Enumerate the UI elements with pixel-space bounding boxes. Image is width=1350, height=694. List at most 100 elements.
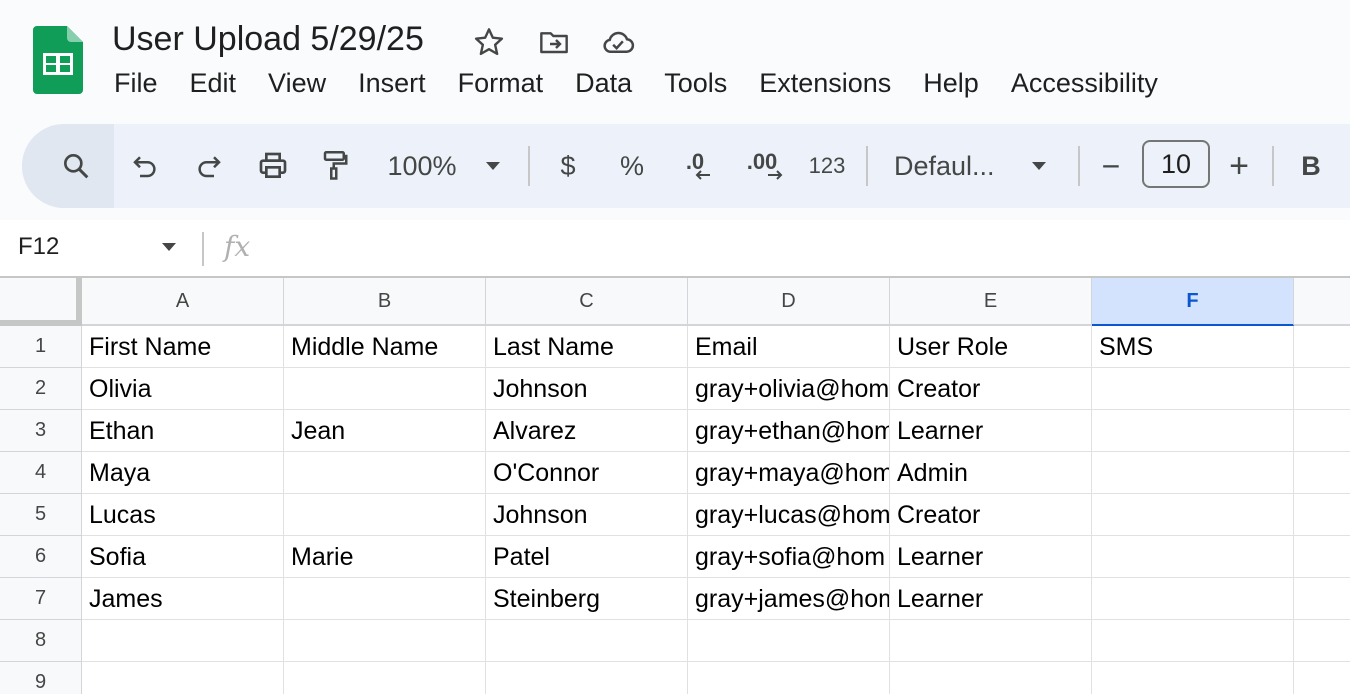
menu-file[interactable]: File	[98, 66, 174, 106]
increase-font-size-button[interactable]: +	[1222, 142, 1256, 190]
menu-tools[interactable]: Tools	[648, 66, 743, 106]
cell-c1[interactable]: Last Name	[486, 326, 688, 368]
cell-a2[interactable]: Olivia	[82, 368, 284, 410]
row-header-2[interactable]: 2	[0, 368, 82, 410]
cell-d7[interactable]: gray+james@hom	[688, 578, 890, 620]
cell-e7[interactable]: Learner	[890, 578, 1092, 620]
cell-b1[interactable]: Middle Name	[284, 326, 486, 368]
cloud-saved-icon[interactable]	[600, 24, 636, 60]
cell-f9[interactable]	[1092, 662, 1294, 694]
cell-f4[interactable]	[1092, 452, 1294, 494]
paint-format-icon[interactable]	[312, 142, 358, 190]
cell-d5[interactable]: gray+lucas@hom	[688, 494, 890, 536]
cell-a1[interactable]: First Name	[82, 326, 284, 368]
column-header-c[interactable]: C	[486, 278, 688, 326]
cell-b7[interactable]	[284, 578, 486, 620]
cell-a4[interactable]: Maya	[82, 452, 284, 494]
menu-data[interactable]: Data	[559, 66, 648, 106]
menu-extensions[interactable]: Extensions	[743, 66, 907, 106]
row-header-3[interactable]: 3	[0, 410, 82, 452]
cell-next5[interactable]	[1294, 494, 1350, 536]
cell-next4[interactable]	[1294, 452, 1350, 494]
cell-d8[interactable]	[688, 620, 890, 662]
move-to-folder-icon[interactable]	[536, 24, 572, 60]
menu-view[interactable]: View	[252, 66, 342, 106]
cell-a6[interactable]: Sofia	[82, 536, 284, 578]
document-title[interactable]: User Upload 5/29/25	[112, 20, 424, 59]
menu-edit[interactable]: Edit	[174, 66, 253, 106]
cell-d9[interactable]	[688, 662, 890, 694]
cell-e2[interactable]: Creator	[890, 368, 1092, 410]
cell-a3[interactable]: Ethan	[82, 410, 284, 452]
cell-e8[interactable]	[890, 620, 1092, 662]
font-size-input[interactable]: 10	[1142, 140, 1210, 188]
cell-next9[interactable]	[1294, 662, 1350, 694]
row-header-4[interactable]: 4	[0, 452, 82, 494]
cell-a8[interactable]	[82, 620, 284, 662]
cell-f6[interactable]	[1092, 536, 1294, 578]
cell-b2[interactable]	[284, 368, 486, 410]
font-dropdown-icon[interactable]	[1026, 142, 1052, 190]
cell-c6[interactable]: Patel	[486, 536, 688, 578]
undo-icon[interactable]	[122, 142, 168, 190]
cell-e3[interactable]: Learner	[890, 410, 1092, 452]
column-header-a[interactable]: A	[82, 278, 284, 326]
cell-f1[interactable]: SMS	[1092, 326, 1294, 368]
column-header-next[interactable]	[1294, 278, 1350, 326]
name-box[interactable]: F12	[18, 233, 59, 261]
percent-format-button[interactable]: %	[612, 142, 652, 190]
row-header-1[interactable]: 1	[0, 326, 82, 368]
cell-f5[interactable]	[1092, 494, 1294, 536]
name-box-dropdown-icon[interactable]	[160, 240, 178, 258]
column-header-e[interactable]: E	[890, 278, 1092, 326]
row-header-6[interactable]: 6	[0, 536, 82, 578]
search-icon[interactable]	[54, 142, 98, 190]
cell-next8[interactable]	[1294, 620, 1350, 662]
cell-next7[interactable]	[1294, 578, 1350, 620]
cell-a5[interactable]: Lucas	[82, 494, 284, 536]
cell-f3[interactable]	[1092, 410, 1294, 452]
cell-d4[interactable]: gray+maya@hom	[688, 452, 890, 494]
menu-accessibility[interactable]: Accessibility	[995, 66, 1174, 106]
cell-b9[interactable]	[284, 662, 486, 694]
font-select[interactable]: Defaul...	[894, 142, 1008, 190]
cell-f2[interactable]	[1092, 368, 1294, 410]
redo-icon[interactable]	[186, 142, 232, 190]
cell-a9[interactable]	[82, 662, 284, 694]
column-header-b[interactable]: B	[284, 278, 486, 326]
cell-e5[interactable]: Creator	[890, 494, 1092, 536]
menu-insert[interactable]: Insert	[342, 66, 442, 106]
decrease-font-size-button[interactable]: −	[1094, 142, 1128, 190]
increase-decimal-button[interactable]: .00	[736, 142, 788, 190]
column-header-d[interactable]: D	[688, 278, 890, 326]
cell-d1[interactable]: Email	[688, 326, 890, 368]
cell-b4[interactable]	[284, 452, 486, 494]
cell-f8[interactable]	[1092, 620, 1294, 662]
cell-b5[interactable]	[284, 494, 486, 536]
star-icon[interactable]	[471, 24, 507, 60]
decrease-decimal-button[interactable]: .0	[672, 142, 718, 190]
zoom-select[interactable]: 100%	[384, 142, 460, 190]
column-header-f[interactable]: F	[1092, 278, 1294, 326]
cell-c7[interactable]: Steinberg	[486, 578, 688, 620]
number-format-button[interactable]: 123	[802, 142, 852, 190]
cell-c9[interactable]	[486, 662, 688, 694]
cell-next1[interactable]	[1294, 326, 1350, 368]
menu-help[interactable]: Help	[907, 66, 995, 106]
cell-f7[interactable]	[1092, 578, 1294, 620]
cell-e1[interactable]: User Role	[890, 326, 1092, 368]
bold-button[interactable]: B	[1294, 142, 1328, 190]
cell-c5[interactable]: Johnson	[486, 494, 688, 536]
cell-b6[interactable]: Marie	[284, 536, 486, 578]
row-header-8[interactable]: 8	[0, 620, 82, 662]
cell-b3[interactable]: Jean	[284, 410, 486, 452]
cell-e6[interactable]: Learner	[890, 536, 1092, 578]
row-header-7[interactable]: 7	[0, 578, 82, 620]
cell-next2[interactable]	[1294, 368, 1350, 410]
select-all-corner[interactable]	[0, 278, 82, 326]
menu-format[interactable]: Format	[442, 66, 560, 106]
cell-next6[interactable]	[1294, 536, 1350, 578]
cell-e9[interactable]	[890, 662, 1092, 694]
cell-d2[interactable]: gray+olivia@hom	[688, 368, 890, 410]
zoom-dropdown-icon[interactable]	[480, 142, 506, 190]
